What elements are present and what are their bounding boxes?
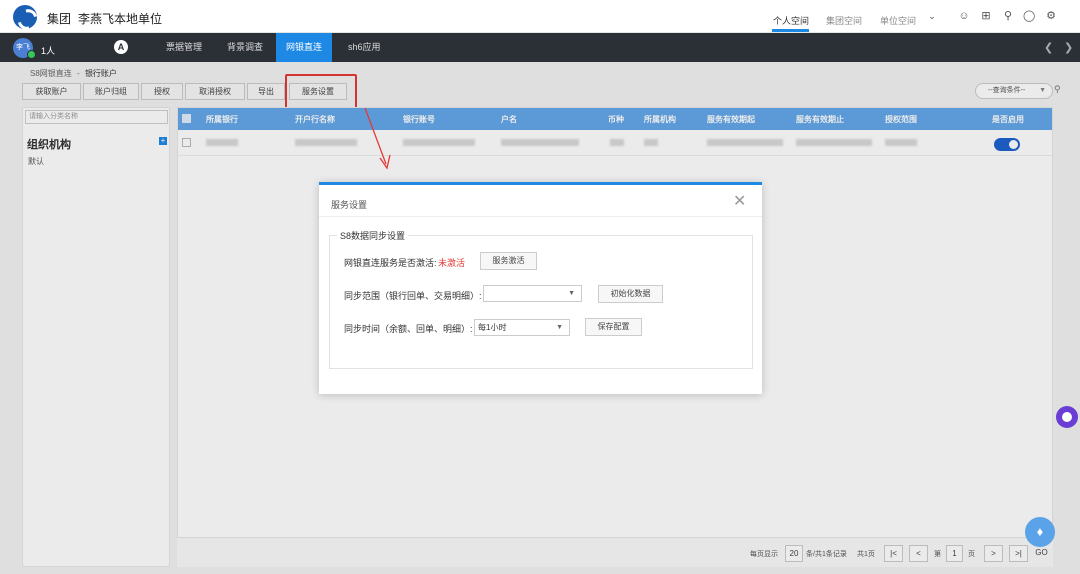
save-config-button[interactable]: 保存配置 xyxy=(585,318,642,336)
activation-label: 网银直连服务是否激活: xyxy=(344,258,437,268)
caret-down-icon: ▼ xyxy=(556,324,563,331)
notification-bell-icon[interactable]: ♦ xyxy=(1025,517,1055,547)
unit-name[interactable]: 李燕飞本地单位 xyxy=(78,10,162,27)
close-icon[interactable]: ✕ xyxy=(733,194,746,210)
dialog-header: 服务设置 ✕ xyxy=(319,185,762,217)
sync-time-value: 每1小时 xyxy=(478,323,507,332)
main-nav: 李飞 1人 A 票据管理 背景调查 网银直连 sh6应用 ❮ ❯ xyxy=(0,33,1080,62)
nav-next-icon[interactable]: ❯ xyxy=(1064,41,1073,54)
nav-item-bill-management[interactable]: 票据管理 xyxy=(156,33,212,62)
org-name: 集团 xyxy=(47,12,72,26)
sync-settings-legend: S8数据同步设置 xyxy=(337,229,409,242)
navigation-a-icon[interactable]: A xyxy=(114,40,128,54)
caret-down-icon: ▼ xyxy=(568,290,575,297)
activation-status: 未激活 xyxy=(438,258,466,268)
sync-time-label: 同步时间（余额、回单、明细）: xyxy=(344,324,473,334)
online-badge-icon xyxy=(27,50,36,59)
nav-prev-icon[interactable]: ❮ xyxy=(1044,41,1053,54)
user-count: 1人 xyxy=(41,46,56,56)
user-icon[interactable]: ☺ xyxy=(958,10,970,22)
top-header: 集团 李燕飞本地单位 个人空间 集团空间 单位空间 ⌄ ☺ ⊞ ⚲ ◯ ⚙ xyxy=(0,0,1080,33)
logo-icon xyxy=(13,5,37,29)
chat-icon[interactable]: ◯ xyxy=(1023,10,1035,22)
service-settings-dialog: 服务设置 ✕ S8数据同步设置 网银直连服务是否激活: 未激活 服务激活 同步范… xyxy=(319,182,762,394)
settings-icon[interactable]: ⚙ xyxy=(1045,10,1057,22)
sync-scope-label: 同步范围（银行回单、交易明细）: xyxy=(344,291,482,301)
tab-personal-space[interactable]: 个人空间 xyxy=(773,14,809,27)
annotation-arrow-icon xyxy=(364,107,391,170)
apps-icon[interactable]: ⊞ xyxy=(980,10,992,22)
tab-unit-space[interactable]: 单位空间 xyxy=(880,14,916,27)
nav-item-background-check[interactable]: 背景调查 xyxy=(217,33,273,62)
chevron-down-icon[interactable]: ⌄ xyxy=(926,10,938,22)
active-tab-indicator xyxy=(772,29,809,32)
search-icon[interactable]: ⚲ xyxy=(1002,10,1014,22)
sync-time-select[interactable]: 每1小时 ▼ xyxy=(474,319,570,336)
tab-group-space[interactable]: 集团空间 xyxy=(826,14,862,27)
assistant-icon[interactable] xyxy=(1056,406,1078,428)
dialog-title: 服务设置 xyxy=(331,200,368,210)
nav-item-sh6-app[interactable]: sh6应用 xyxy=(338,33,391,62)
init-data-button[interactable]: 初始化数据 xyxy=(598,285,663,303)
activate-service-button[interactable]: 服务激活 xyxy=(480,252,537,270)
nav-item-bank-direct[interactable]: 网银直连 xyxy=(276,33,333,62)
sync-scope-select[interactable]: ▼ xyxy=(483,285,582,302)
